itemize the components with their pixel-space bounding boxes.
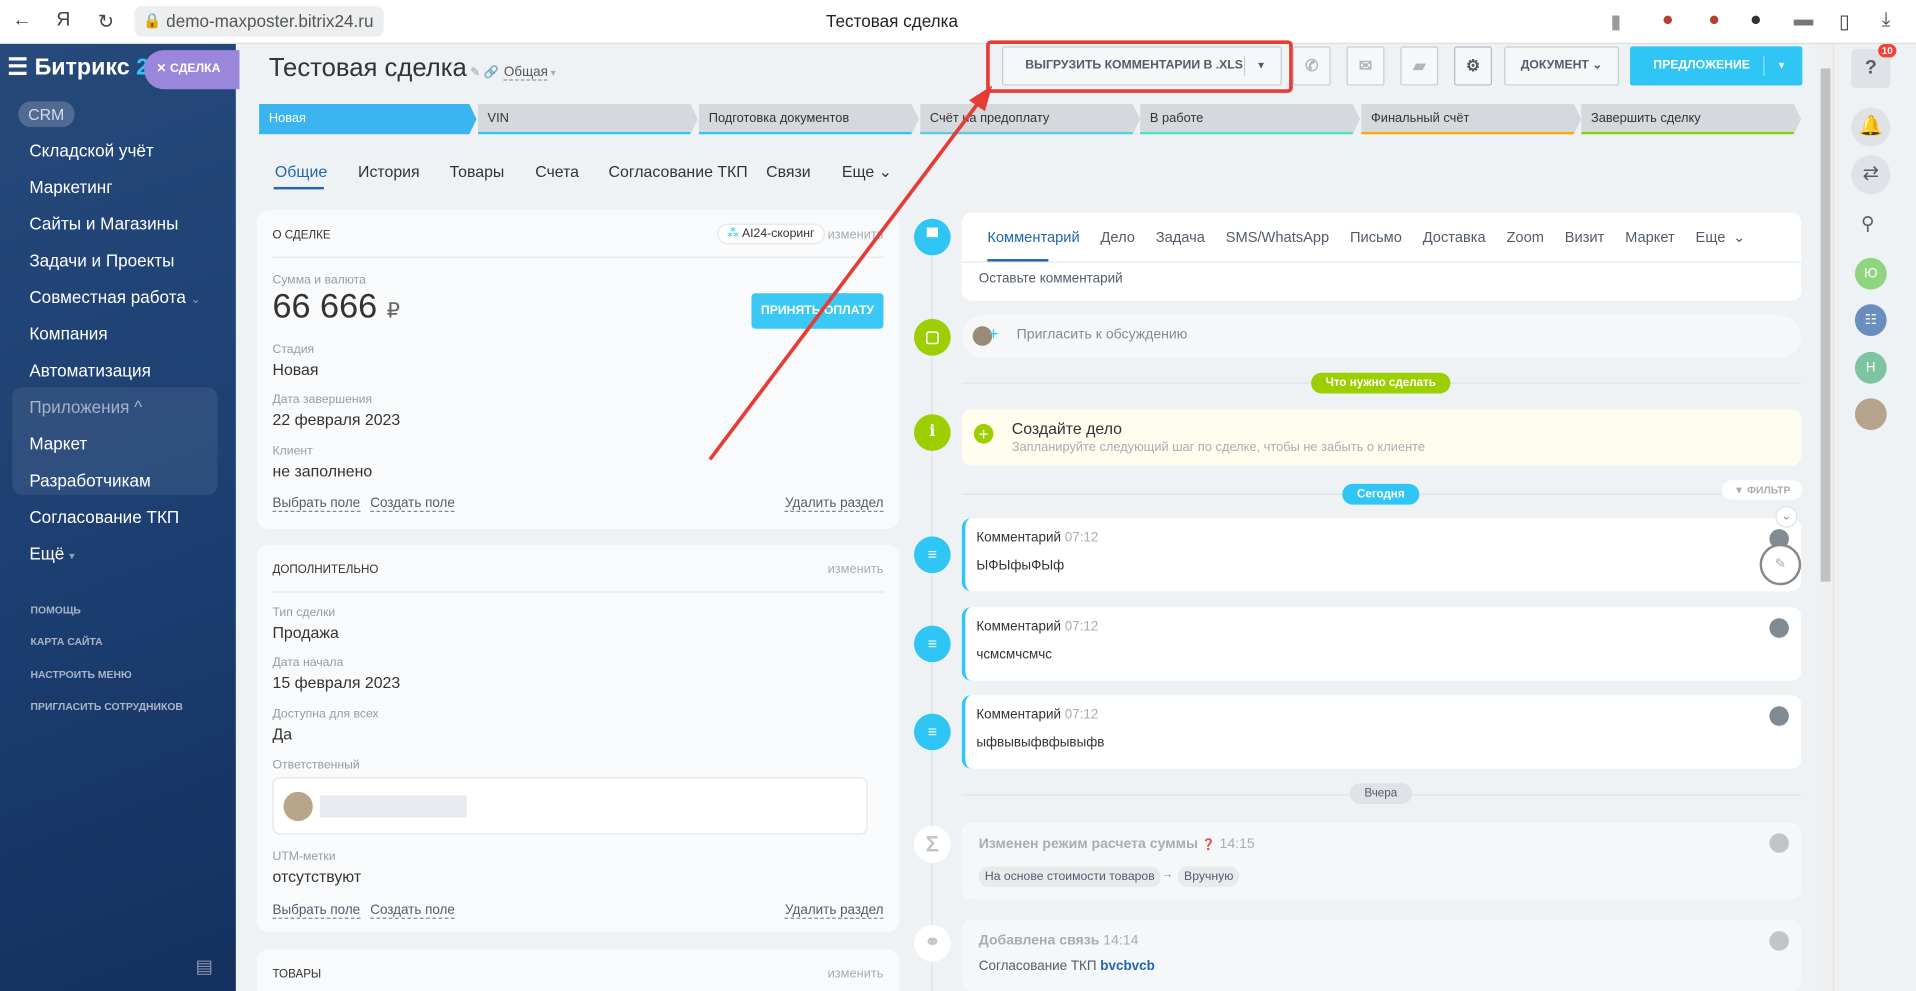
annotation-arrow bbox=[708, 85, 993, 461]
